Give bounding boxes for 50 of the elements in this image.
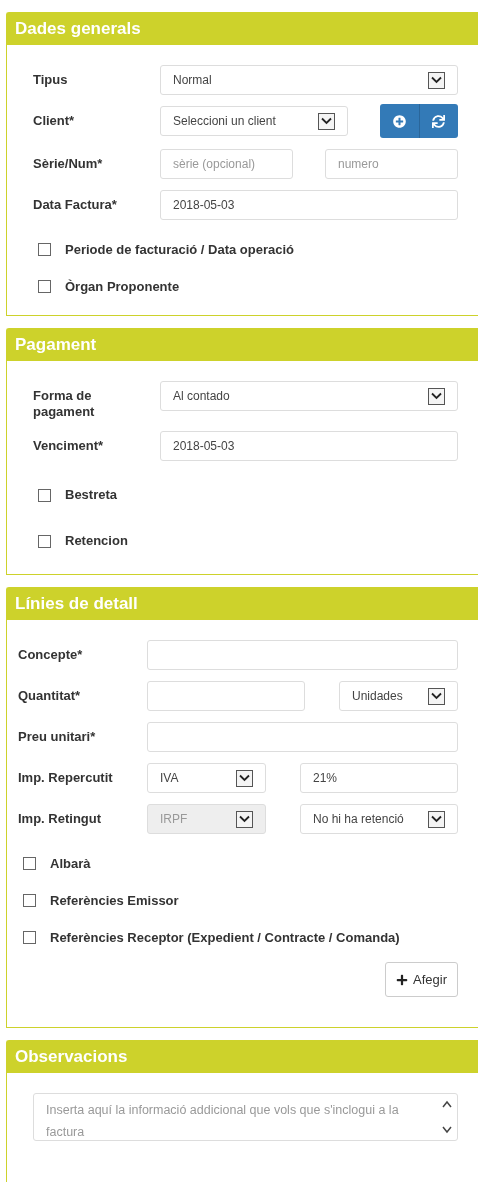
field-label: Quantitat* — [18, 687, 82, 704]
input-field[interactable]: 2018-05-03 — [160, 431, 458, 461]
input-field[interactable] — [147, 681, 305, 711]
select-field[interactable]: IVA — [147, 763, 266, 793]
field-label: Forma de pagament — [33, 387, 96, 420]
checkbox[interactable] — [38, 488, 51, 502]
field-label: Client* — [33, 112, 76, 129]
field-label: Preu unitari* — [18, 728, 97, 745]
input-field[interactable]: sèrie (opcional) — [160, 149, 293, 179]
field-label: Imp. Repercutit — [18, 769, 114, 786]
field-label: Imp. Retingut — [18, 810, 103, 827]
input-field[interactable]: 21% — [300, 763, 458, 793]
checkbox-label: Bestreta — [65, 486, 118, 505]
input-field[interactable]: numero — [325, 149, 458, 179]
refresh-icon — [432, 114, 446, 128]
select-field[interactable]: Normal — [160, 65, 458, 95]
field-label: Data Factura* — [33, 196, 118, 213]
refresh-button[interactable] — [419, 104, 458, 138]
add-client-button[interactable] — [380, 104, 420, 138]
add-button[interactable]: Afegir — [385, 962, 458, 997]
input-field[interactable]: 2018-05-03 — [160, 190, 458, 220]
checkbox[interactable] — [23, 894, 36, 907]
scroll-arrows-icon — [442, 1099, 452, 1135]
panel-title: Observacions — [15, 1046, 128, 1069]
field-label: Tipus — [33, 71, 69, 88]
field-label: Concepte* — [18, 646, 84, 663]
panel-title: Dades generals — [15, 18, 141, 41]
checkbox-label: Referències Receptor (Expedient / Contracte / Comanda) — [50, 928, 400, 947]
checkbox[interactable] — [23, 931, 36, 944]
checkbox[interactable] — [38, 280, 51, 293]
select-field[interactable]: Unidades — [339, 681, 458, 711]
select-field[interactable]: No hi ha retenció — [300, 804, 458, 834]
checkbox-label: Retencion — [65, 532, 128, 551]
checkbox[interactable] — [23, 857, 36, 870]
field-label: Sèrie/Num* — [33, 155, 104, 172]
checkbox-label: Periode de facturació / Data operació — [65, 240, 295, 259]
checkbox-label: Òrgan Proponente — [65, 277, 180, 296]
panel-title: Pagament — [15, 334, 97, 357]
checkbox[interactable] — [38, 534, 51, 548]
checkbox-label: Referències Emissor — [50, 891, 179, 910]
checkbox-label: Albarà — [50, 854, 91, 873]
input-field[interactable] — [147, 722, 458, 752]
panel-title: Línies de detall — [15, 593, 138, 616]
input-field[interactable] — [147, 640, 458, 670]
field-label: Venciment* — [33, 437, 105, 454]
checkbox[interactable] — [38, 243, 51, 256]
plus-icon — [396, 973, 409, 986]
notes-field[interactable]: Inserta aquí la informació addicional que vols que s'inclogui a la factura — [33, 1093, 458, 1141]
select-field[interactable]: Seleccioni un client — [160, 106, 348, 136]
select-field[interactable]: Al contado — [160, 381, 458, 411]
